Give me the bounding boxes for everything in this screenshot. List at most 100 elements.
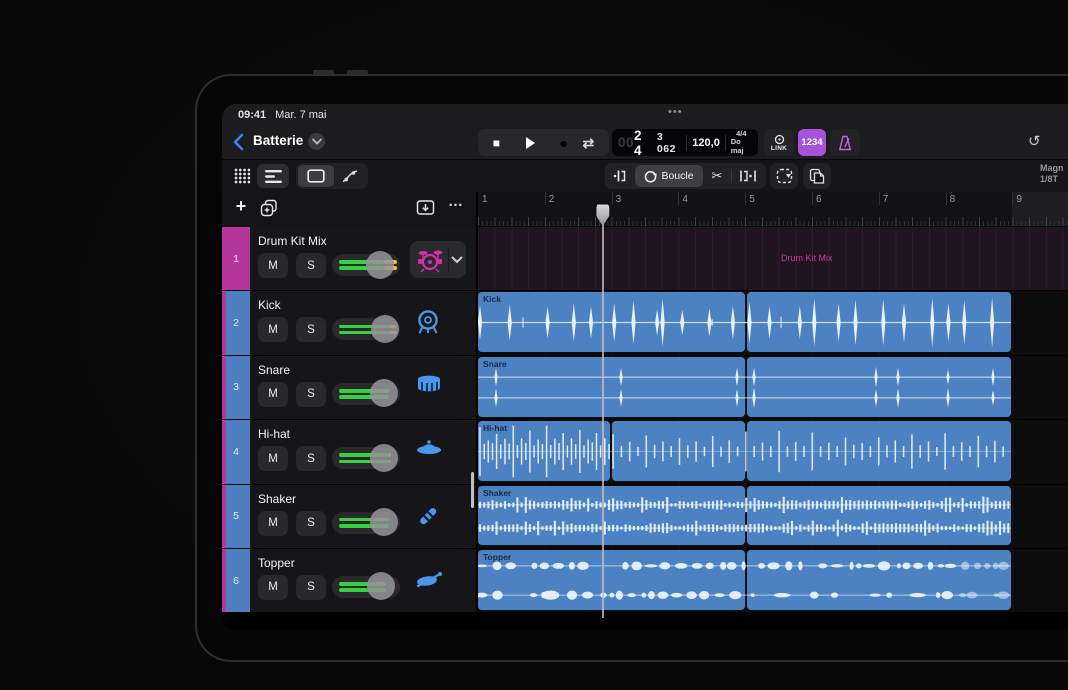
header-scrollbar[interactable] [471,472,474,508]
track-header-drum-kit-mix[interactable]: 1 Drum Kit Mix M S [222,227,476,292]
track-name[interactable]: Snare [258,363,290,377]
mute-button[interactable]: M [258,381,288,407]
project-title[interactable]: Batterie [253,133,303,148]
track-header-topper[interactable]: 6 Topper M S [222,548,476,614]
snap-setting[interactable]: Magn 1/8T [1040,163,1068,185]
mute-button[interactable]: M [258,317,288,343]
volume-slider[interactable] [332,508,400,537]
track-color-band[interactable]: 3 [222,355,250,420]
shaker-icon [420,507,437,524]
volume-slider[interactable] [332,250,400,279]
project-menu-button[interactable] [308,133,325,150]
track-name[interactable]: Shaker [258,492,296,506]
solo-button[interactable]: S [296,381,326,407]
track-name[interactable]: Topper [258,556,295,570]
track-icon[interactable] [414,502,442,535]
solo-button[interactable]: S [296,446,326,472]
back-chevron-icon [233,133,244,151]
track-header-kick[interactable]: 2 Kick M S [222,291,476,356]
link-button[interactable]: LINK [764,129,794,156]
track-color-band[interactable]: 4 [222,420,250,484]
trim-tool-button[interactable] [732,165,764,187]
track-icon[interactable] [414,566,444,597]
solo-button[interactable]: S [296,574,326,600]
track-color-band[interactable]: 1 [222,227,250,291]
marquee-tool-button[interactable] [607,165,635,187]
bar-number: 4 [682,194,688,205]
volume-knob[interactable] [367,572,395,601]
bar-number: 3 [615,194,622,205]
track-header-shaker[interactable]: 5 Shaker M S [222,484,476,549]
automation-button[interactable] [334,165,366,187]
loop-tool-button[interactable]: Boucle [635,165,703,187]
timeline-lane-drum-kit-mix[interactable]: Drum Kit Mix [478,227,1068,292]
volume-knob[interactable] [369,443,398,472]
track-name[interactable]: Drum Kit Mix [258,234,327,248]
mute-button[interactable]: M [258,510,288,536]
more-options-button[interactable]: … [448,193,464,210]
group-color-strip [222,355,226,420]
track-number: 2 [233,317,239,330]
mute-button[interactable]: M [258,446,288,472]
bar-number: 7 [882,194,889,205]
solo-button[interactable]: S [296,253,326,278]
copy-button[interactable] [770,163,798,189]
back-button[interactable] [230,131,250,153]
lcd-display[interactable]: 00 2 4 3 062 120,0 4/4 Do maj [612,128,758,158]
chevron-down-icon[interactable] [451,256,463,264]
volume-knob[interactable] [371,314,399,343]
arrange-workspace: + … 1 Drum Kit Mix M S 2 Kick M S 3 Snar… [222,192,1068,630]
volume-slider[interactable] [332,379,400,408]
solo-button[interactable]: S [296,317,326,343]
group-color-strip [222,484,226,548]
track-name[interactable]: Hi-hat [258,427,290,441]
solo-button[interactable]: S [296,510,326,536]
timeline-lane-snare[interactable]: Snare [478,355,1068,421]
track-icon[interactable] [414,308,442,341]
track-header-hi-hat[interactable]: 4 Hi-hat M S [222,420,476,485]
trim-icon [740,170,756,182]
mute-button[interactable]: M [258,574,288,600]
split-tool-button[interactable]: ✂ [703,165,731,187]
play-button[interactable] [515,132,545,153]
metronome-button[interactable] [830,129,860,156]
regions-view-button[interactable] [298,165,334,187]
track-number: 4 [233,445,239,458]
cycle-button[interactable]: ⇄ [583,136,595,150]
volume-slider[interactable] [332,314,400,343]
volume-slider[interactable] [332,443,400,472]
timeline-lane-hi-hat[interactable]: Hi-hat [478,420,1068,485]
track-icon[interactable] [414,437,444,464]
multitasking-dots-icon[interactable]: ••• [668,106,683,118]
track-header-snare[interactable]: 3 Snare M S [222,355,476,421]
timeline-lane-kick[interactable]: Kick [478,291,1068,356]
mute-button[interactable]: M [258,253,288,278]
add-track-button[interactable]: + [230,196,252,217]
bar-number: 2 [548,194,555,205]
count-in-button[interactable]: 1234 [798,129,826,156]
bar-ruler[interactable]: 1 2 3 4 5 6 7 8 9 [478,192,1068,227]
import-button[interactable] [416,199,435,221]
volume-knob[interactable] [369,379,398,408]
volume-knob[interactable] [369,508,398,537]
marquee-icon [613,170,626,182]
timeline-lane-shaker[interactable]: Shaker [478,484,1068,549]
track-color-band[interactable]: 5 [222,484,250,548]
tracks-view-button[interactable] [257,164,289,188]
volume-knob[interactable] [365,250,394,279]
track-color-band[interactable]: 2 [222,291,250,355]
timeline-lane-topper[interactable]: Topper [478,548,1068,614]
track-number: 3 [233,381,239,394]
undo-button[interactable]: ↺ [1028,132,1041,150]
track-color-band[interactable]: 6 [222,548,250,613]
record-button[interactable]: ● [559,136,567,150]
track-name[interactable]: Kick [258,298,281,312]
duplicate-track-button[interactable] [260,199,278,222]
volume-slider[interactable] [332,572,400,601]
loop-browser-button[interactable] [229,164,255,188]
stop-button[interactable]: ■ [493,137,500,149]
track-icon-button[interactable] [410,241,466,278]
track-icon[interactable] [414,373,444,402]
hihat-cymbal-icon [417,440,441,455]
paste-button[interactable] [803,163,831,189]
